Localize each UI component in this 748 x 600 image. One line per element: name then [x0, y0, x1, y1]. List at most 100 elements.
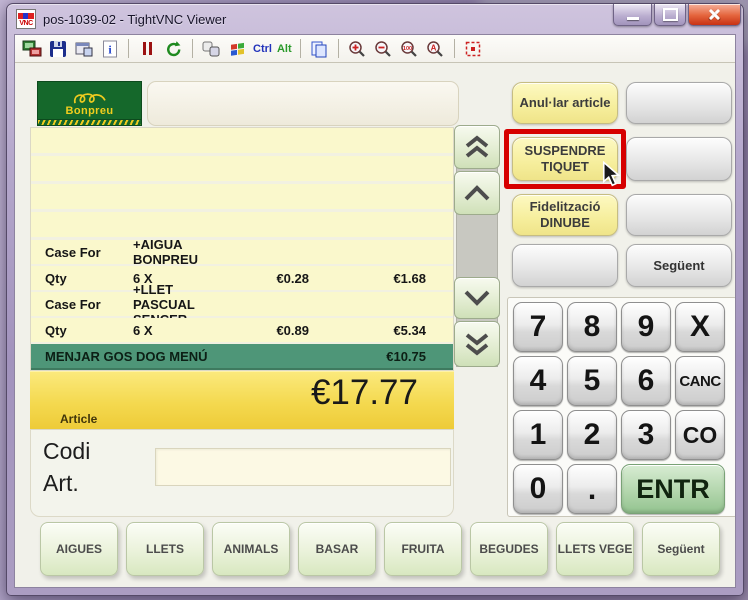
fidelitzacio-dinube-button[interactable]: Fidelització DINUBE [512, 194, 618, 236]
connection-info-icon[interactable]: i [99, 38, 120, 59]
blank-button-1[interactable] [626, 82, 732, 124]
scroll-top-button[interactable] [454, 125, 500, 169]
receipt-row[interactable]: Case For +LLET PASCUAL SENCER [31, 292, 453, 318]
total-amount: €17.77 [311, 373, 418, 413]
button-label: Anul·lar article [519, 95, 610, 111]
key-7[interactable]: 7 [513, 302, 563, 352]
row-unit-price: €0.28 [209, 271, 309, 286]
ctrl-alt-del-icon[interactable] [201, 38, 222, 59]
row-label: Qty [45, 271, 133, 286]
blank-button-2[interactable] [626, 137, 732, 181]
scroll-up-button[interactable] [454, 171, 500, 215]
toolbar-separator [128, 39, 129, 58]
chevron-up-icon [462, 184, 492, 202]
refresh-icon[interactable] [163, 38, 184, 59]
tightvnc-window: VNC pos-1039-02 - TightVNC Viewer [6, 3, 744, 596]
minimize-button[interactable] [613, 4, 652, 26]
minimize-icon [627, 17, 639, 20]
key-1[interactable]: 1 [513, 410, 563, 460]
anullar-article-button[interactable]: Anul·lar article [512, 82, 618, 124]
zoom-out-icon[interactable] [373, 38, 394, 59]
receipt-row-empty [31, 156, 453, 184]
key-6[interactable]: 6 [621, 356, 671, 406]
key-decimal[interactable]: . [567, 464, 617, 514]
blank-button-4[interactable] [512, 244, 618, 287]
double-chevron-up-icon [462, 134, 492, 160]
numeric-keypad: 7 8 9 X 4 5 6 CANC 1 2 3 CO 0 . ENTR [507, 297, 736, 517]
key-cancel[interactable]: CANC [675, 356, 725, 406]
toolbar-separator [192, 39, 193, 58]
maximize-button[interactable] [654, 4, 686, 26]
key-8[interactable]: 8 [567, 302, 617, 352]
svg-text:A: A [431, 43, 437, 52]
receipt-row[interactable]: Qty 6 X €0.89 €5.34 [31, 318, 453, 344]
title-bar[interactable]: VNC pos-1039-02 - TightVNC Viewer [7, 4, 743, 34]
category-basar[interactable]: BASAR [298, 522, 376, 576]
key-4[interactable]: 4 [513, 356, 563, 406]
close-button[interactable] [688, 4, 741, 26]
transfer-files-icon[interactable] [309, 38, 330, 59]
receipt-row[interactable]: Qty 6 X €0.28 €1.68 [31, 266, 453, 292]
article-code-input[interactable] [155, 448, 451, 486]
codi-label-line1: Codi [43, 438, 90, 465]
connection-options-icon[interactable] [73, 38, 94, 59]
article-code-panel: Codi Art. [30, 429, 454, 517]
category-button-row: AIGUES LLETS ANIMALS BASAR FRUITA BEGUDE… [40, 522, 720, 576]
scroll-bottom-button[interactable] [454, 321, 500, 367]
toolbar-separator [300, 39, 301, 58]
button-label: Següent [653, 258, 704, 274]
key-3[interactable]: 3 [621, 410, 671, 460]
window-body: i Ctrl Alt [14, 34, 736, 588]
double-chevron-down-icon [462, 331, 492, 357]
maximize-icon [663, 8, 678, 21]
row-total: €1.68 [309, 271, 426, 286]
category-llets[interactable]: LLETS [126, 522, 204, 576]
mouse-cursor-icon [600, 161, 622, 187]
category-fruita[interactable]: FRUITA [384, 522, 462, 576]
category-begudes[interactable]: BEGUDES [470, 522, 548, 576]
desktop-background: VNC pos-1039-02 - TightVNC Viewer [0, 0, 748, 600]
pause-icon[interactable] [137, 38, 158, 59]
codi-label-line2: Art. [43, 470, 79, 497]
full-screen-icon[interactable] [463, 38, 484, 59]
zoom-100-icon[interactable]: 100 [399, 38, 420, 59]
row-total: €5.34 [309, 323, 426, 338]
key-9[interactable]: 9 [621, 302, 671, 352]
bonpreu-swirl-icon [68, 91, 112, 106]
empty-tab-panel [147, 81, 459, 126]
new-connection-icon[interactable] [21, 38, 42, 59]
category-aigues[interactable]: AIGUES [40, 522, 118, 576]
chevron-down-icon [462, 289, 492, 307]
key-2[interactable]: 2 [567, 410, 617, 460]
ctrl-toggle[interactable]: Ctrl [253, 43, 272, 55]
button-label: SUSPENDRE [525, 143, 606, 159]
category-animals[interactable]: ANIMALS [212, 522, 290, 576]
key-multiply[interactable]: X [675, 302, 725, 352]
blank-button-3[interactable] [626, 194, 732, 236]
category-llets-vege[interactable]: LLETS VEGE [556, 522, 634, 576]
selected-item-price: €10.75 [386, 349, 426, 364]
receipt-row-selected[interactable]: MENJAR GOS DOG MENÚ €10.75 [31, 344, 453, 370]
key-5[interactable]: 5 [567, 356, 617, 406]
key-0[interactable]: 0 [513, 464, 563, 514]
rope-pattern [38, 119, 141, 125]
window-title: pos-1039-02 - TightVNC Viewer [43, 12, 226, 27]
button-label: Fidelització [530, 199, 601, 215]
receipt-row[interactable]: Case For +AIGUA BONPREU [31, 240, 453, 266]
key-enter[interactable]: ENTR [621, 464, 725, 514]
vnc-toolbar: i Ctrl Alt [15, 35, 735, 63]
seguent-button-right-panel[interactable]: Següent [626, 244, 732, 287]
row-label: Case For [45, 297, 133, 312]
category-seguent[interactable]: Següent [642, 522, 720, 576]
scroll-down-button[interactable] [454, 277, 500, 319]
key-co[interactable]: CO [675, 410, 725, 460]
win-key-icon[interactable] [227, 38, 248, 59]
alt-toggle[interactable]: Alt [277, 43, 292, 55]
row-description: 6 X [133, 323, 209, 338]
receipt-list: Case For +AIGUA BONPREU Qty 6 X €0.28 €1… [30, 127, 454, 371]
selected-item-name: MENJAR GOS DOG MENÚ [45, 349, 386, 364]
zoom-auto-icon[interactable]: A [425, 38, 446, 59]
brand-name: Bonpreu [65, 106, 113, 117]
save-session-icon[interactable] [47, 38, 68, 59]
zoom-in-icon[interactable] [347, 38, 368, 59]
